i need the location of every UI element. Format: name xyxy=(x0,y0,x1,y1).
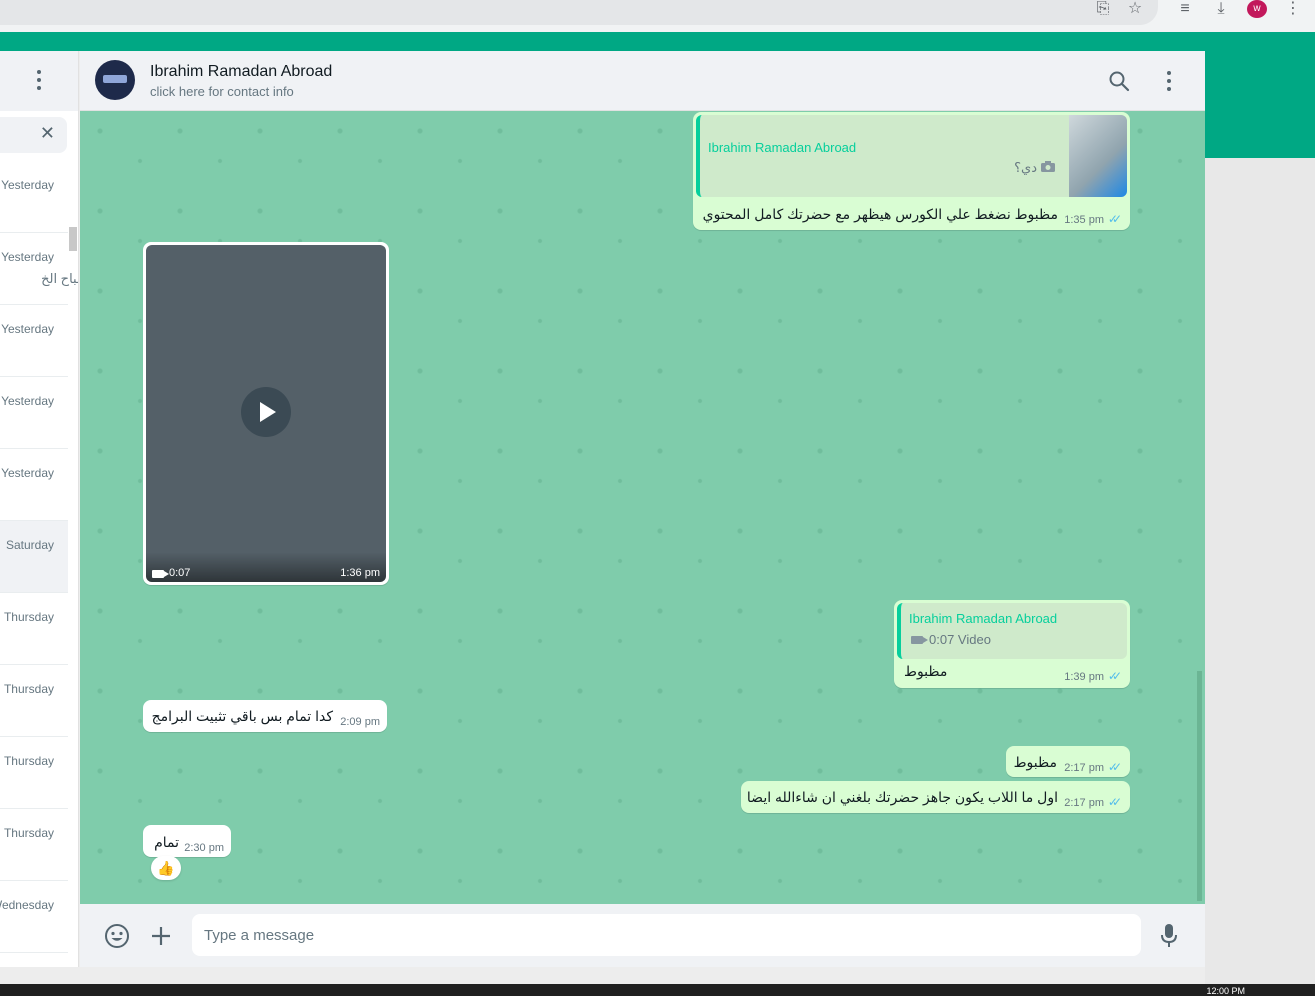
search-icon[interactable] xyxy=(1108,70,1130,92)
message-outgoing[interactable]: اول ما اللاب يكون جاهز حضرتك بلغني ان شا… xyxy=(741,781,1130,813)
quoted-message[interactable]: Ibrahim Ramadan Abroad دي؟ xyxy=(696,115,1127,197)
message-time: 2:30 pm xyxy=(184,842,224,854)
message-text: اول ما اللاب يكون جاهز حضرتك بلغني ان شا… xyxy=(746,789,1058,805)
chat-time: Saturday xyxy=(5,538,54,552)
contact-name[interactable]: Ibrahim Ramadan Abroad xyxy=(150,63,332,81)
message-input[interactable] xyxy=(192,914,1141,956)
sidebar-scrollbar[interactable] xyxy=(69,227,77,251)
browser-toolbar: ⎘ ☆ ≡ ⤓ w ⋮ xyxy=(0,0,1315,32)
read-receipt-icon: ✓✓ xyxy=(1107,212,1122,226)
video-camera-icon xyxy=(911,636,928,644)
message-time: 2:17 pm xyxy=(1064,797,1104,809)
page-background xyxy=(1205,158,1315,984)
install-app-icon[interactable]: ⎘ xyxy=(1091,0,1115,20)
chat-time: Thursday xyxy=(3,826,54,840)
message-text: مظبوط xyxy=(1013,754,1057,770)
video-preview[interactable]: 0:07 1:36 pm xyxy=(146,245,386,582)
message-time: 1:35 pm xyxy=(1064,214,1104,226)
chat-time: Thursday xyxy=(3,682,54,696)
chat-list-item[interactable]: Yesterday xyxy=(0,305,68,377)
chat-list-item[interactable]: Yesterday صباح الخ xyxy=(0,233,78,305)
bookmark-star-icon[interactable]: ☆ xyxy=(1123,0,1147,20)
message-composer xyxy=(80,904,1205,967)
message-text: تمام xyxy=(154,834,179,850)
chat-preview: صباح الخ xyxy=(41,271,78,286)
thumbs-up-reaction-icon[interactable]: 👍 xyxy=(151,856,181,880)
chat-time: Wednesday xyxy=(0,898,54,912)
chat-time: Yesterday xyxy=(1,394,54,408)
message-incoming[interactable]: كدا تمام بس باقي تثبيت البرامج 2:09 pm xyxy=(143,700,387,732)
sidebar-header xyxy=(0,51,78,111)
message-outgoing[interactable]: Ibrahim Ramadan Abroad دي؟ مظبوط نضغط عل… xyxy=(693,112,1130,230)
video-camera-icon xyxy=(152,570,169,578)
message-time: 2:09 pm xyxy=(340,716,380,728)
chat-search-box[interactable]: ✕ xyxy=(0,117,67,153)
browser-menu-icon[interactable]: ⋮ xyxy=(1281,0,1305,20)
quoted-message[interactable]: Ibrahim Ramadan Abroad 0:07 Video xyxy=(897,603,1127,659)
read-receipt-icon: ✓✓ xyxy=(1107,795,1122,809)
attach-plus-icon[interactable] xyxy=(150,925,172,947)
message-scrollbar[interactable] xyxy=(1197,671,1202,901)
message-text: كدا تمام بس باقي تثبيت البرامج xyxy=(151,708,333,724)
chat-list-item[interactable]: Thursday xyxy=(0,665,68,737)
quoted-author: Ibrahim Ramadan Abroad xyxy=(909,611,1058,626)
app-header-band-right xyxy=(1205,51,1315,158)
chat-list-item[interactable]: Yesterday xyxy=(0,449,68,521)
quoted-image-thumbnail xyxy=(1069,115,1127,197)
emoji-icon[interactable] xyxy=(104,923,130,949)
camera-icon xyxy=(1041,161,1055,172)
message-outgoing[interactable]: مظبوط 2:17 pm ✓✓ xyxy=(1006,746,1130,777)
chat-time: Yesterday xyxy=(1,250,54,264)
contact-info-hint[interactable]: click here for contact info xyxy=(150,84,294,99)
chat-list-item[interactable]: Saturday xyxy=(0,521,68,593)
message-time: 1:36 pm xyxy=(340,567,380,579)
conversation-menu-icon[interactable] xyxy=(1166,71,1172,91)
chat-time: Thursday xyxy=(3,754,54,768)
chat-list-item[interactable]: Yesterday xyxy=(0,161,68,233)
chat-list-sidebar: ✕ YesterdayYesterdayصباح الخYesterdayYes… xyxy=(0,51,79,967)
address-bar-area[interactable] xyxy=(0,0,1158,25)
read-receipt-icon: ✓✓ xyxy=(1107,669,1122,683)
video-duration: 0:07 xyxy=(169,567,191,579)
chat-time: Yesterday xyxy=(1,322,54,336)
chat-list-item[interactable]: Thursday xyxy=(0,737,68,809)
message-text: مظبوط xyxy=(904,663,948,679)
profile-avatar[interactable]: w xyxy=(1247,0,1267,18)
media-queue-icon[interactable]: ≡ xyxy=(1173,0,1197,20)
download-icon[interactable]: ⤓ xyxy=(1209,0,1233,20)
message-list[interactable]: Ibrahim Ramadan Abroad دي؟ مظبوط نضغط عل… xyxy=(80,111,1205,904)
chat-list-item[interactable]: Wednesday xyxy=(0,881,68,953)
play-icon[interactable] xyxy=(241,387,291,437)
sidebar-menu-icon[interactable] xyxy=(36,70,42,90)
chat-list-item[interactable]: Yesterday xyxy=(0,377,68,449)
os-taskbar: 12:00 PM xyxy=(0,984,1315,996)
message-incoming-video[interactable]: 0:07 1:36 pm xyxy=(143,242,389,585)
chat-time: Thursday xyxy=(3,610,54,624)
chat-time: Yesterday xyxy=(1,466,54,480)
chat-list-item[interactable]: Thursday xyxy=(0,809,68,881)
app-header-band xyxy=(0,32,1315,51)
message-text: مظبوط نضغط علي الكورس هيظهر مع حضرتك كام… xyxy=(702,206,1058,222)
message-outgoing[interactable]: Ibrahim Ramadan Abroad 0:07 Video مظبوط … xyxy=(894,600,1130,688)
taskbar-clock: 12:00 PM xyxy=(1206,986,1245,996)
chat-list-item[interactable]: Thursday xyxy=(0,593,68,665)
microphone-icon[interactable] xyxy=(1159,922,1179,950)
chat-time: Yesterday xyxy=(1,178,54,192)
message-time: 1:39 pm xyxy=(1064,671,1104,683)
quoted-text: دي؟ xyxy=(1014,160,1037,175)
quoted-text: 0:07 Video xyxy=(929,632,991,647)
conversation-panel: Ibrahim Ramadan Abroad click here for co… xyxy=(80,51,1205,967)
conversation-header[interactable]: Ibrahim Ramadan Abroad click here for co… xyxy=(80,51,1205,111)
message-incoming[interactable]: تمام 2:30 pm xyxy=(143,825,231,857)
quoted-author: Ibrahim Ramadan Abroad xyxy=(708,140,857,155)
message-time: 2:17 pm xyxy=(1064,762,1104,774)
clear-search-icon[interactable]: ✕ xyxy=(40,123,55,144)
contact-avatar[interactable] xyxy=(95,60,135,100)
read-receipt-icon: ✓✓ xyxy=(1107,760,1122,774)
